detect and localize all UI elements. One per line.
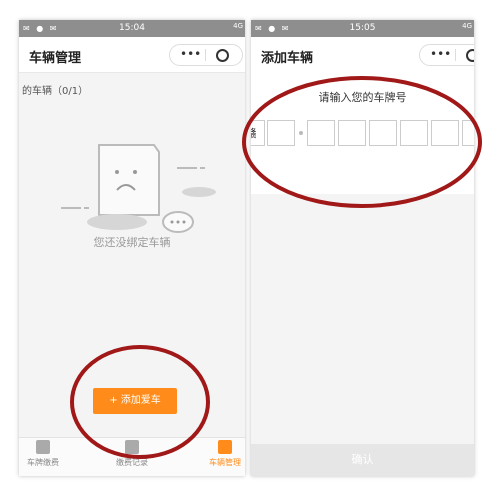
annotation-circle-add-button xyxy=(70,345,210,459)
annotation-overlay xyxy=(70,76,482,459)
annotation-circle-plate-input xyxy=(242,76,482,208)
